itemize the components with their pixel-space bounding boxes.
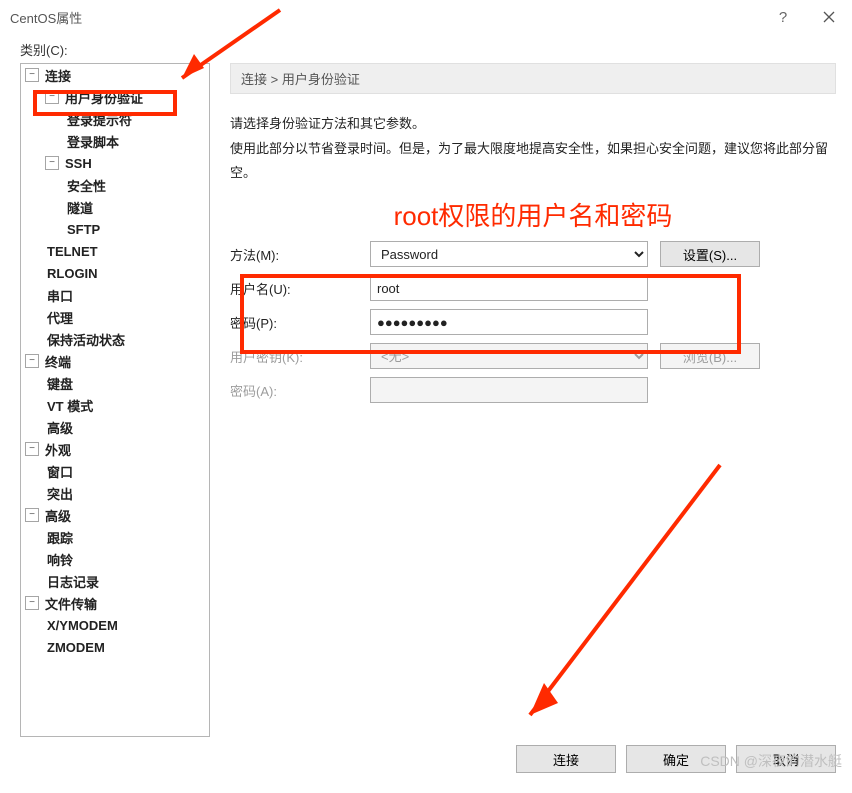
tree-item-rlogin[interactable]: RLOGIN bbox=[41, 262, 209, 284]
tree-item-vtmode[interactable]: VT 模式 bbox=[41, 394, 209, 416]
annotation-text: root权限的用户名和密码 bbox=[230, 196, 836, 233]
title-bar: CentOS属性 ? bbox=[0, 0, 852, 34]
tree-item-loginscript[interactable]: 登录脚本 bbox=[61, 130, 209, 152]
settings-button[interactable]: 设置(S)... bbox=[660, 241, 760, 267]
tree-item-zmodem[interactable]: ZMODEM bbox=[41, 636, 209, 658]
browse-button: 浏览(B)... bbox=[660, 343, 760, 369]
userkey-select: <无> bbox=[370, 343, 648, 369]
description-line1: 请选择身份验证方法和其它参数。 bbox=[230, 112, 836, 137]
tree-item-ssh[interactable]: −SSH bbox=[41, 152, 209, 174]
passphrase-label: 密码(A): bbox=[230, 381, 370, 400]
ok-button[interactable]: 确定 bbox=[626, 745, 726, 773]
category-tree[interactable]: −连接 −用户身份验证 登录提示符 登录脚本 −SSH 安全性 隧道 bbox=[20, 63, 210, 737]
password-label: 密码(P): bbox=[230, 313, 370, 332]
tree-item-bell[interactable]: 响铃 bbox=[41, 548, 209, 570]
window-title: CentOS属性 bbox=[10, 8, 82, 27]
tree-item-filetransfer[interactable]: −文件传输 bbox=[21, 592, 209, 614]
dialog-buttons: 连接 确定 取消 bbox=[516, 745, 836, 773]
tree-item-xymodem[interactable]: X/YMODEM bbox=[41, 614, 209, 636]
tree-item-serial[interactable]: 串口 bbox=[41, 284, 209, 306]
tree-item-sftp[interactable]: SFTP bbox=[61, 218, 209, 240]
collapse-icon[interactable]: − bbox=[25, 442, 39, 456]
userkey-label: 用户密钥(K): bbox=[230, 347, 370, 366]
tree-item-trace[interactable]: 跟踪 bbox=[41, 526, 209, 548]
tree-item-tunnel[interactable]: 隧道 bbox=[61, 196, 209, 218]
tree-item-loginhint[interactable]: 登录提示符 bbox=[61, 108, 209, 130]
collapse-icon[interactable]: − bbox=[25, 508, 39, 522]
collapse-icon[interactable]: − bbox=[25, 68, 39, 82]
collapse-icon[interactable]: − bbox=[45, 90, 59, 104]
tree-item-keyboard[interactable]: 键盘 bbox=[41, 372, 209, 394]
method-label: 方法(M): bbox=[230, 245, 370, 264]
tree-item-security[interactable]: 安全性 bbox=[61, 174, 209, 196]
passphrase-input bbox=[370, 377, 648, 403]
tree-item-window[interactable]: 窗口 bbox=[41, 460, 209, 482]
tree-item-advanced1[interactable]: 高级 bbox=[41, 416, 209, 438]
breadcrumb: 连接 > 用户身份验证 bbox=[230, 63, 836, 94]
tree-item-appearance[interactable]: −外观 bbox=[21, 438, 209, 460]
tree-item-terminal[interactable]: −终端 bbox=[21, 350, 209, 372]
category-label: 类别(C): bbox=[20, 40, 852, 59]
close-icon bbox=[823, 11, 835, 23]
auth-form: 方法(M): Password 设置(S)... 用户名(U): 密码(P): … bbox=[230, 241, 836, 403]
tree-item-logging[interactable]: 日志记录 bbox=[41, 570, 209, 592]
description-line2: 使用此部分以节省登录时间。但是，为了最大限度地提高安全性，如果担心安全问题，建议… bbox=[230, 137, 836, 186]
password-input[interactable] bbox=[370, 309, 648, 335]
username-input[interactable] bbox=[370, 275, 648, 301]
close-button[interactable] bbox=[806, 2, 852, 32]
help-button[interactable]: ? bbox=[760, 2, 806, 32]
collapse-icon[interactable]: − bbox=[45, 156, 59, 170]
tree-item-telnet[interactable]: TELNET bbox=[41, 240, 209, 262]
connect-button[interactable]: 连接 bbox=[516, 745, 616, 773]
collapse-icon[interactable]: − bbox=[25, 596, 39, 610]
description: 请选择身份验证方法和其它参数。 使用此部分以节省登录时间。但是，为了最大限度地提… bbox=[230, 112, 836, 186]
cancel-button[interactable]: 取消 bbox=[736, 745, 836, 773]
tree-item-proxy[interactable]: 代理 bbox=[41, 306, 209, 328]
username-label: 用户名(U): bbox=[230, 279, 370, 298]
method-select[interactable]: Password bbox=[370, 241, 648, 267]
tree-item-connection[interactable]: −连接 bbox=[21, 64, 209, 86]
tree-item-userauth[interactable]: −用户身份验证 bbox=[41, 86, 209, 108]
collapse-icon[interactable]: − bbox=[25, 354, 39, 368]
tree-item-popup[interactable]: 突出 bbox=[41, 482, 209, 504]
tree-item-keepalive[interactable]: 保持活动状态 bbox=[41, 328, 209, 350]
tree-item-advanced[interactable]: −高级 bbox=[21, 504, 209, 526]
